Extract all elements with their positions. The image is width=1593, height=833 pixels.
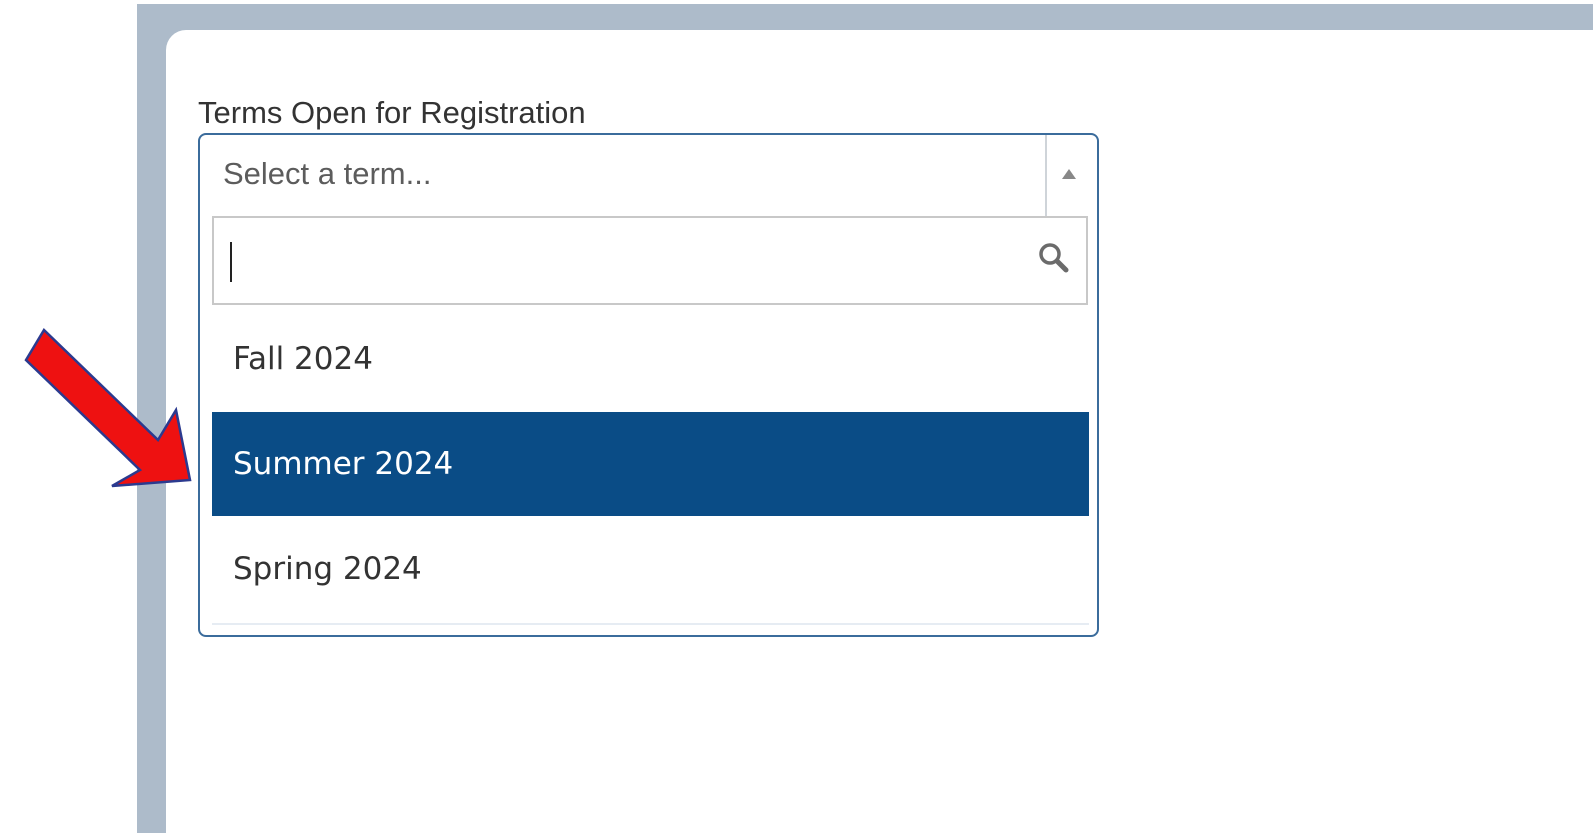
chevron-up-icon: [1062, 169, 1076, 179]
search-icon: [1039, 243, 1069, 273]
terms-field-label: Terms Open for Registration: [198, 95, 586, 130]
page: Terms Open for Registration Select a ter…: [0, 0, 1593, 833]
red-arrow-annotation: [24, 328, 192, 488]
dropdown-toggle-button[interactable]: [1045, 135, 1097, 217]
term-select-placeholder: Select a term...: [223, 156, 432, 191]
term-search-input[interactable]: [228, 228, 1018, 292]
term-option-fall-2024[interactable]: Fall 2024: [212, 307, 1089, 411]
term-select-toggle[interactable]: Select a term...: [200, 135, 1097, 217]
term-select-dropdown[interactable]: Select a term... Fall 2024 Summer 2024 S…: [198, 133, 1099, 637]
term-option-spring-2024[interactable]: Spring 2024: [212, 517, 1089, 621]
list-bottom-divider: [212, 623, 1089, 625]
term-option-summer-2024[interactable]: Summer 2024: [212, 412, 1089, 516]
text-caret: [230, 242, 232, 282]
term-search-box[interactable]: [212, 216, 1088, 305]
